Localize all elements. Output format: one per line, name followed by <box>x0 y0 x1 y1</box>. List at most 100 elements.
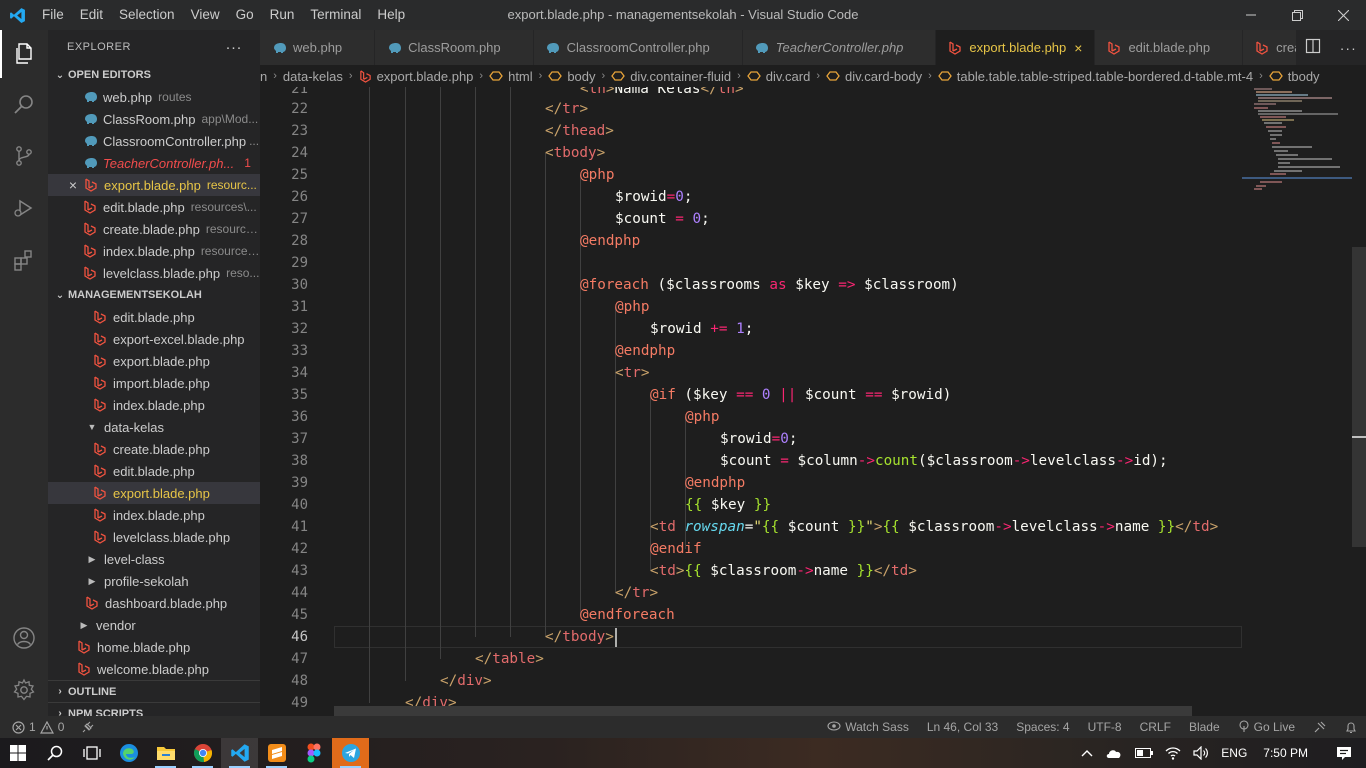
open-editors-section[interactable]: ⌄ OPEN EDITORS <box>48 64 260 86</box>
breadcrumb-item[interactable]: › tbody <box>1253 69 1319 84</box>
open-editor-item[interactable]: ClassRoom.php app\Mod... <box>48 108 260 130</box>
explorer-more-actions-icon[interactable]: ··· <box>226 39 243 56</box>
minimap[interactable] <box>1242 87 1352 716</box>
tree-file[interactable]: edit.blade.php <box>48 306 260 328</box>
menu-edit[interactable]: Edit <box>72 0 111 30</box>
search-icon[interactable] <box>0 80 48 128</box>
split-editor-icon[interactable] <box>1305 38 1321 57</box>
cursor-position[interactable]: Ln 46, Col 33 <box>918 720 1007 734</box>
breadcrumb-item[interactable]: › html <box>473 69 532 84</box>
tree-folder[interactable]: ▶ level-class <box>48 548 260 570</box>
indentation[interactable]: Spaces: 4 <box>1007 720 1078 734</box>
close-icon[interactable]: × <box>66 177 80 193</box>
battery-icon[interactable] <box>1129 748 1159 758</box>
settings-gear-icon[interactable] <box>0 666 48 714</box>
tab-export-blade-active[interactable]: export.blade.php × <box>936 30 1096 65</box>
source-control-icon[interactable] <box>0 132 48 180</box>
tree-file[interactable]: create.blade.php <box>48 438 260 460</box>
breadcrumb-item[interactable]: › div.card <box>731 69 810 84</box>
menu-terminal[interactable]: Terminal <box>302 0 369 30</box>
close-window-button[interactable] <box>1320 0 1366 30</box>
menu-file[interactable]: File <box>34 0 72 30</box>
tree-file-active[interactable]: export.blade.php <box>48 482 260 504</box>
menu-help[interactable]: Help <box>369 0 413 30</box>
menu-run[interactable]: Run <box>262 0 303 30</box>
language-mode[interactable]: Blade <box>1180 720 1229 734</box>
breadcrumb-item[interactable]: n <box>260 69 267 84</box>
breadcrumb-item[interactable]: › table.table.table-striped.table-bordere… <box>922 69 1253 84</box>
tree-file[interactable]: edit.blade.php <box>48 460 260 482</box>
search-icon[interactable] <box>36 738 73 768</box>
notifications-bell-icon[interactable] <box>1336 721 1366 734</box>
horizontal-scrollbar[interactable] <box>334 706 1192 716</box>
volume-icon[interactable] <box>1187 746 1215 760</box>
file-explorer-icon[interactable] <box>147 738 184 768</box>
outline-section[interactable]: › OUTLINE <box>48 680 260 702</box>
tab-classroom-controller[interactable]: ClassroomController.php <box>533 30 743 65</box>
breadcrumb-item[interactable]: › div.card-body <box>810 69 922 84</box>
tree-file[interactable]: index.blade.php <box>48 504 260 526</box>
clock[interactable]: 7:50 PM <box>1253 746 1322 760</box>
encoding[interactable]: UTF-8 <box>1079 720 1131 734</box>
tree-file[interactable]: welcome.blade.php <box>48 658 260 680</box>
tree-file[interactable]: levelclass.blade.php <box>48 526 260 548</box>
tree-file[interactable]: import.blade.php <box>48 372 260 394</box>
npm-scripts-section[interactable]: › NPM SCRIPTS <box>48 702 260 716</box>
tree-folder[interactable]: ▶ vendor <box>48 614 260 636</box>
menu-view[interactable]: View <box>183 0 228 30</box>
chrome-icon[interactable] <box>184 738 221 768</box>
open-editor-item[interactable]: index.blade.php resources... <box>48 240 260 262</box>
breadcrumb-item[interactable]: › data-kelas <box>267 69 343 84</box>
close-tab-icon[interactable]: × <box>1074 40 1082 56</box>
problems-indicator[interactable]: 1 0 <box>12 720 73 734</box>
menu-selection[interactable]: Selection <box>111 0 183 30</box>
vscode-taskbar-icon[interactable] <box>221 738 258 768</box>
tree-folder[interactable]: ▼ data-kelas <box>48 416 260 438</box>
task-view-icon[interactable] <box>73 738 110 768</box>
more-actions-icon[interactable]: ··· <box>1340 40 1357 56</box>
sublime-icon[interactable] <box>258 738 295 768</box>
open-editor-item-active[interactable]: × export.blade.php resourc... <box>48 174 260 196</box>
menu-go[interactable]: Go <box>228 0 262 30</box>
tree-file[interactable]: export.blade.php <box>48 350 260 372</box>
windows-start-icon[interactable] <box>0 738 36 768</box>
tab-web-php[interactable]: web.php <box>260 30 376 65</box>
restore-button[interactable] <box>1274 0 1320 30</box>
minimize-button[interactable] <box>1228 0 1274 30</box>
edge-browser-icon[interactable] <box>110 738 147 768</box>
breadcrumb-item[interactable]: › export.blade.php <box>343 69 474 84</box>
code-editor[interactable]: 21 22 23 24 25 26 27 28 29 30 31 32 33 3… <box>260 87 1366 716</box>
open-editor-item[interactable]: web.php routes <box>48 86 260 108</box>
explorer-icon[interactable] <box>0 30 48 78</box>
go-live-button[interactable]: Go Live <box>1229 719 1304 735</box>
open-editor-item[interactable]: ClassroomController.php... <box>48 130 260 152</box>
open-editor-item[interactable]: edit.blade.php resources\... <box>48 196 260 218</box>
breadcrumb-item[interactable]: › div.container-fluid <box>596 69 732 84</box>
tree-file[interactable]: index.blade.php <box>48 394 260 416</box>
vertical-scrollbar[interactable] <box>1352 87 1366 716</box>
run-debug-icon[interactable] <box>0 184 48 232</box>
tab-edit-blade[interactable]: edit.blade.php <box>1095 30 1244 65</box>
feedback-icon[interactable] <box>1304 720 1336 734</box>
watch-sass-button[interactable]: Watch Sass <box>818 720 918 734</box>
tab-classroom-php[interactable]: ClassRoom.php <box>375 30 534 65</box>
open-editor-item[interactable]: create.blade.php resource... <box>48 218 260 240</box>
tree-file[interactable]: home.blade.php <box>48 636 260 658</box>
telegram-icon[interactable] <box>332 738 369 768</box>
extensions-icon[interactable] <box>0 236 48 284</box>
project-section[interactable]: ⌄ MANAGEMENTSEKOLAH <box>48 284 260 306</box>
tree-file[interactable]: dashboard.blade.php <box>48 592 260 614</box>
chevron-up-icon[interactable] <box>1075 749 1099 757</box>
figma-icon[interactable] <box>295 738 332 768</box>
tab-teacher-controller[interactable]: TeacherController.php <box>742 30 937 65</box>
onedrive-cloud-icon[interactable] <box>1099 747 1129 759</box>
wifi-icon[interactable] <box>1159 746 1187 760</box>
open-editor-item[interactable]: TeacherController.ph... 1 <box>48 152 260 174</box>
input-language[interactable]: ENG <box>1215 746 1253 760</box>
plug-icon[interactable] <box>73 721 103 733</box>
action-center-icon[interactable] <box>1322 746 1366 761</box>
open-editor-item[interactable]: levelclass.blade.php reso... <box>48 262 260 284</box>
account-icon[interactable] <box>0 614 48 662</box>
tree-folder[interactable]: ▶ profile-sekolah <box>48 570 260 592</box>
breadcrumb-item[interactable]: › body <box>533 69 596 84</box>
